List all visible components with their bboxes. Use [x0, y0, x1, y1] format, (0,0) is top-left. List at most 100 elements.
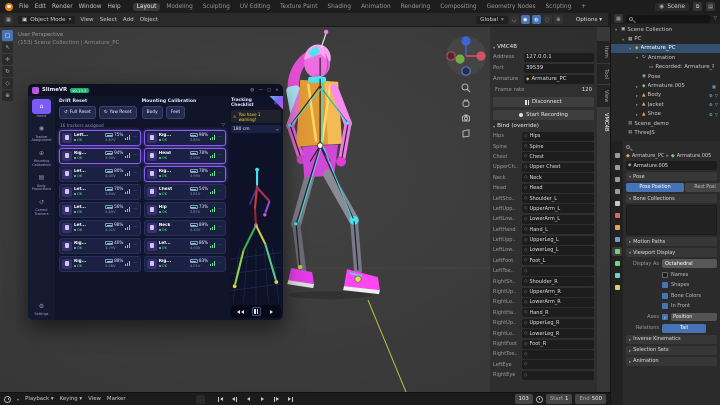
pause-button[interactable] — [252, 307, 261, 316]
blender-logo-icon[interactable] — [5, 3, 13, 11]
tracker-card[interactable]: Rig... OK 88% 4.08V — — [59, 256, 141, 272]
tracker-card[interactable]: Neck OK 89% 4.34V — — [144, 220, 226, 236]
tracker-card[interactable]: Head OK 78% 3.99V — — [144, 148, 226, 164]
bone-select-field[interactable]: ◇LowerLeg_L — [522, 246, 594, 255]
tracker-menu[interactable]: — — [218, 135, 222, 140]
bone-collections-header[interactable]: ▾Bone Collections — [626, 194, 717, 203]
close-icon[interactable]: × — [275, 88, 279, 93]
axes-position-slider[interactable]: Position — [671, 313, 717, 321]
tracker-card[interactable]: Rig... OK 98% 3.89V — — [144, 130, 226, 146]
bone-select-field[interactable]: ◇Head — [522, 184, 594, 193]
tracker-menu[interactable]: — — [133, 243, 137, 248]
bone-select-field[interactable]: ◇Shoulder_R — [522, 277, 594, 286]
expand-caret[interactable]: ▾ — [620, 37, 626, 42]
pivot-point-icon[interactable]: ◌ — [543, 15, 552, 24]
scene-selector[interactable]: ◉Scene — [655, 3, 689, 11]
properties-tab[interactable] — [612, 259, 622, 268]
gizmo-toggle-icon[interactable]: ⊕ — [554, 15, 563, 24]
workspace-tab[interactable]: Modeling — [162, 3, 196, 11]
properties-tab[interactable] — [612, 151, 622, 160]
checkbox[interactable] — [662, 272, 668, 278]
tracker-card[interactable]: Left... OK 75% 3.87V — — [59, 130, 141, 146]
editor-clock-icon[interactable] — [4, 396, 11, 403]
axes-checkbox[interactable]: ✓ — [662, 314, 668, 320]
menu-item[interactable]: Edit — [35, 4, 46, 10]
outliner-row[interactable]: ▭ Recorded: Armature_PC.0 — [611, 63, 720, 72]
tracker-menu[interactable]: — — [133, 153, 137, 158]
outliner-row[interactable]: ▾ ↻ Animation — [611, 53, 720, 62]
bone-select-field[interactable]: ◇UpperArm_R — [522, 288, 594, 297]
bone-select-field[interactable]: ◇Foot_R — [522, 340, 594, 349]
bone-select-field[interactable]: ◇Upper Chest — [522, 163, 594, 172]
n-panel-tab[interactable]: Tool — [597, 64, 610, 84]
tracker-menu[interactable]: — — [133, 135, 137, 140]
checkbox[interactable] — [662, 282, 668, 288]
snap-magnet-icon[interactable]: ◡ — [510, 15, 519, 24]
start-recording-button[interactable]: Start Recording — [493, 110, 594, 120]
mount-body-button[interactable]: Body — [142, 106, 163, 119]
play-button[interactable] — [266, 307, 278, 317]
orientation-dropdown[interactable]: Global▾ — [476, 16, 508, 24]
bone-select-field[interactable]: ◇Shoulder_L — [522, 194, 594, 203]
yaw-reset-button[interactable]: ↻Yaw Reset — [99, 106, 137, 119]
modifier-icon[interactable]: ⚙ — [709, 102, 713, 107]
collapsed-section-header[interactable]: ▸Selection Sets — [626, 346, 717, 355]
bone-select-field[interactable]: ◇ — [522, 350, 594, 359]
jump-to-start-button[interactable] — [215, 394, 227, 404]
collapsed-section-header[interactable]: ▸Animation — [626, 357, 717, 366]
viewport-3d[interactable]: User Perspective (153) Scene Collection … — [0, 27, 610, 392]
visibility-icon[interactable]: ▽ — [715, 102, 718, 107]
filter-icon[interactable]: ▽ — [222, 123, 225, 128]
timeline-menu-item[interactable]: Playback ▾ — [25, 396, 53, 402]
bone-select-field[interactable]: ◇LowerLeg_R — [522, 329, 594, 338]
bone-select-field[interactable]: ◇Hips — [522, 132, 594, 141]
slimevr-titlebar[interactable]: SlimeVR v0.13.2 ◍ — ▢ × — [28, 84, 283, 96]
skip-back-button[interactable] — [235, 307, 247, 317]
maximize-icon[interactable]: ▢ — [267, 88, 271, 93]
expand-caret[interactable]: ▸ — [634, 93, 640, 98]
modifier-icon[interactable]: ▦ — [712, 84, 716, 89]
transform-tool[interactable]: ⊕ — [2, 90, 13, 101]
modifier-icon[interactable]: ⚙ — [709, 93, 713, 98]
menu-item[interactable]: Window — [79, 4, 102, 10]
mount-feet-button[interactable]: Feet — [166, 106, 185, 119]
tracker-card[interactable]: Lef... OK 70% 3.84V — — [59, 184, 141, 200]
breadcrumb-object[interactable]: Armature_PC — [632, 153, 664, 159]
tracker-menu[interactable]: — — [218, 225, 222, 230]
bone-select-field[interactable]: ◇Neck — [522, 173, 594, 182]
address-field[interactable]: 127.0.0.1 — [524, 53, 594, 62]
outliner-row[interactable]: ▾ ▣ Scene Collection — [611, 25, 720, 34]
view-layer-icon[interactable]: ▤ — [706, 2, 715, 11]
disconnect-button[interactable]: Disconnect — [493, 97, 594, 107]
language-icon[interactable]: ◍ — [250, 88, 254, 93]
outliner-row[interactable]: ▸ ◆ Armature.005 ▦ — [611, 81, 720, 90]
pose-position-button[interactable]: Pose Position — [626, 183, 684, 192]
play-reverse-button[interactable] — [243, 394, 255, 404]
outliner-row[interactable]: ▸ ▲ Body ⚙ ▽ — [611, 91, 720, 100]
checkbox[interactable] — [662, 303, 668, 309]
camera-view-icon[interactable] — [461, 113, 471, 123]
navigation-gizmo[interactable] — [445, 33, 489, 77]
move-tool[interactable]: ✛ — [2, 54, 13, 65]
properties-tab[interactable] — [612, 283, 622, 292]
tracker-menu[interactable]: — — [133, 171, 137, 176]
timeline-menu-item[interactable]: Marker — [107, 396, 126, 402]
datablock-name-field[interactable]: ◆Armature.005 — [626, 161, 717, 170]
bone-select-field[interactable]: ◇UpperArm_L — [522, 204, 594, 213]
n-panel-tab[interactable]: VMC4B — [597, 108, 610, 137]
pan-hand-icon[interactable] — [461, 98, 471, 108]
framerate-slider[interactable]: Frame rate120 — [493, 86, 594, 95]
bone-select-field[interactable]: ◇UpperLeg_R — [522, 319, 594, 328]
full-reset-button[interactable]: ↺Full Reset — [59, 106, 96, 119]
tracker-card[interactable]: Chest OK 54% 3.81V — — [144, 184, 226, 200]
scale-tool[interactable]: ◇ — [2, 78, 13, 89]
outliner-filter-icon[interactable]: ▽ — [714, 16, 717, 21]
perspective-toggle-icon[interactable] — [461, 128, 471, 138]
bone-select-field[interactable]: ◇Chest — [522, 152, 594, 161]
armature-field[interactable]: ◆Armature_PC — [524, 75, 594, 84]
new-scene-icon[interactable]: ⧉ — [693, 2, 702, 11]
bind-section-header[interactable]: ▾Bind (override) — [493, 123, 594, 129]
current-frame-field[interactable]: 103 — [515, 394, 533, 404]
rest-position-button[interactable]: Rest Posi — [685, 183, 720, 192]
tracker-menu[interactable]: — — [133, 225, 137, 230]
